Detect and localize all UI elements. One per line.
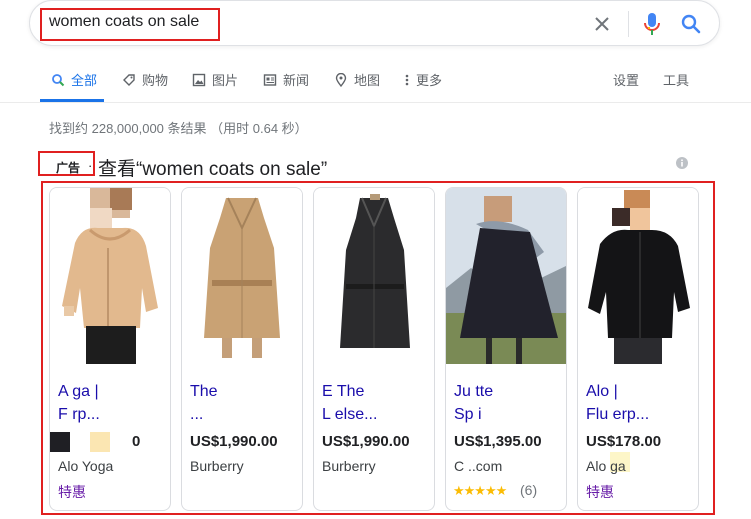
merchant-name: Burberry [322, 458, 376, 474]
tab-label: 更多 [416, 73, 443, 88]
product-price: US$1,395.00 [454, 433, 542, 450]
product-name[interactable]: Alo | [586, 380, 692, 403]
product-name[interactable]: A ga | [58, 380, 164, 403]
sale-tag: 特惠 [58, 484, 86, 500]
settings-label: 设置 [613, 73, 640, 88]
product-image [50, 188, 170, 364]
merchant-name: Burberry [190, 458, 244, 474]
sale-tag: 特惠 [586, 484, 614, 500]
product-name[interactable]: The [190, 380, 296, 403]
review-count[interactable]: (6) [520, 482, 537, 498]
tab-label: 地图 [354, 73, 381, 88]
tab-all[interactable]: 全部 [50, 70, 97, 89]
image-icon [191, 72, 207, 88]
ad-badge: 广告 [56, 161, 81, 175]
product-name-line2[interactable]: F rp... [58, 403, 164, 426]
tab-label: 新闻 [283, 73, 310, 88]
tab-images[interactable]: 图片 [191, 70, 238, 89]
search-icon [50, 72, 66, 88]
news-icon [262, 72, 278, 88]
search-icon[interactable] [679, 12, 703, 36]
result-stats: 找到约 228,000,000 条结果 （用时 0.64 秒） [49, 121, 308, 136]
info-icon[interactable] [676, 157, 688, 169]
merchant-name: Alo ga [586, 458, 626, 474]
redaction-block [90, 432, 110, 452]
product-price: 0 [132, 433, 141, 450]
star-rating-icon: ★★★★★ [453, 483, 507, 498]
ad-separator: · [88, 158, 93, 173]
more-vert-icon [403, 72, 411, 88]
merchant-name: Alo Yoga [58, 458, 114, 474]
tab-label: 全部 [71, 73, 98, 88]
tabs-divider [0, 102, 751, 103]
tab-maps[interactable]: 地图 [333, 70, 380, 89]
product-price: US$1,990.00 [190, 433, 278, 450]
tab-news[interactable]: 新闻 [262, 70, 309, 89]
redaction-block [50, 432, 70, 452]
product-image [446, 188, 566, 364]
product-card[interactable]: The ... US$1,990.00 Burberry [181, 187, 303, 511]
product-name-line2[interactable]: L else... [322, 403, 428, 426]
map-pin-icon [333, 72, 349, 88]
product-image [182, 188, 302, 364]
product-card[interactable]: E The L else... US$1,990.00 Burberry [313, 187, 435, 511]
search-tabs: 全部 购物 图片 新闻 地图 更多 设置 工具 [0, 60, 751, 102]
product-price: US$1,990.00 [322, 433, 410, 450]
tools-link[interactable]: 工具 [663, 70, 689, 89]
tab-more[interactable]: 更多 [403, 70, 442, 89]
product-card[interactable]: Ju tte Sp i US$1,395.00 C ..com ★★★★★ (6… [445, 187, 567, 511]
close-icon[interactable] [592, 14, 612, 34]
tag-icon [121, 72, 137, 88]
tab-label: 图片 [212, 73, 239, 88]
product-name[interactable]: E The [322, 380, 428, 403]
merchant-name: C ..com [454, 458, 503, 474]
ad-title[interactable]: 查看“women coats on sale” [98, 154, 327, 181]
product-card[interactable]: Alo | Flu erp... US$178.00 Alo ga 特惠 [577, 187, 699, 511]
tab-shopping[interactable]: 购物 [121, 70, 168, 89]
product-name-line2[interactable]: ... [190, 403, 296, 426]
product-name[interactable]: Ju tte [454, 380, 560, 403]
search-input[interactable]: women coats on sale [49, 13, 199, 31]
product-image [578, 188, 698, 364]
tools-label: 工具 [663, 73, 690, 88]
product-price: US$178.00 [586, 433, 662, 450]
product-name-line2[interactable]: Flu erp... [586, 403, 692, 426]
settings-link[interactable]: 设置 [613, 70, 639, 89]
microphone-icon[interactable] [641, 11, 663, 37]
tab-label: 购物 [142, 73, 169, 88]
product-image [314, 188, 434, 364]
search-divider [628, 11, 629, 37]
product-name-line2[interactable]: Sp i [454, 403, 560, 426]
product-card[interactable]: A ga | F rp... 0 Alo Yoga 特惠 [49, 187, 171, 511]
